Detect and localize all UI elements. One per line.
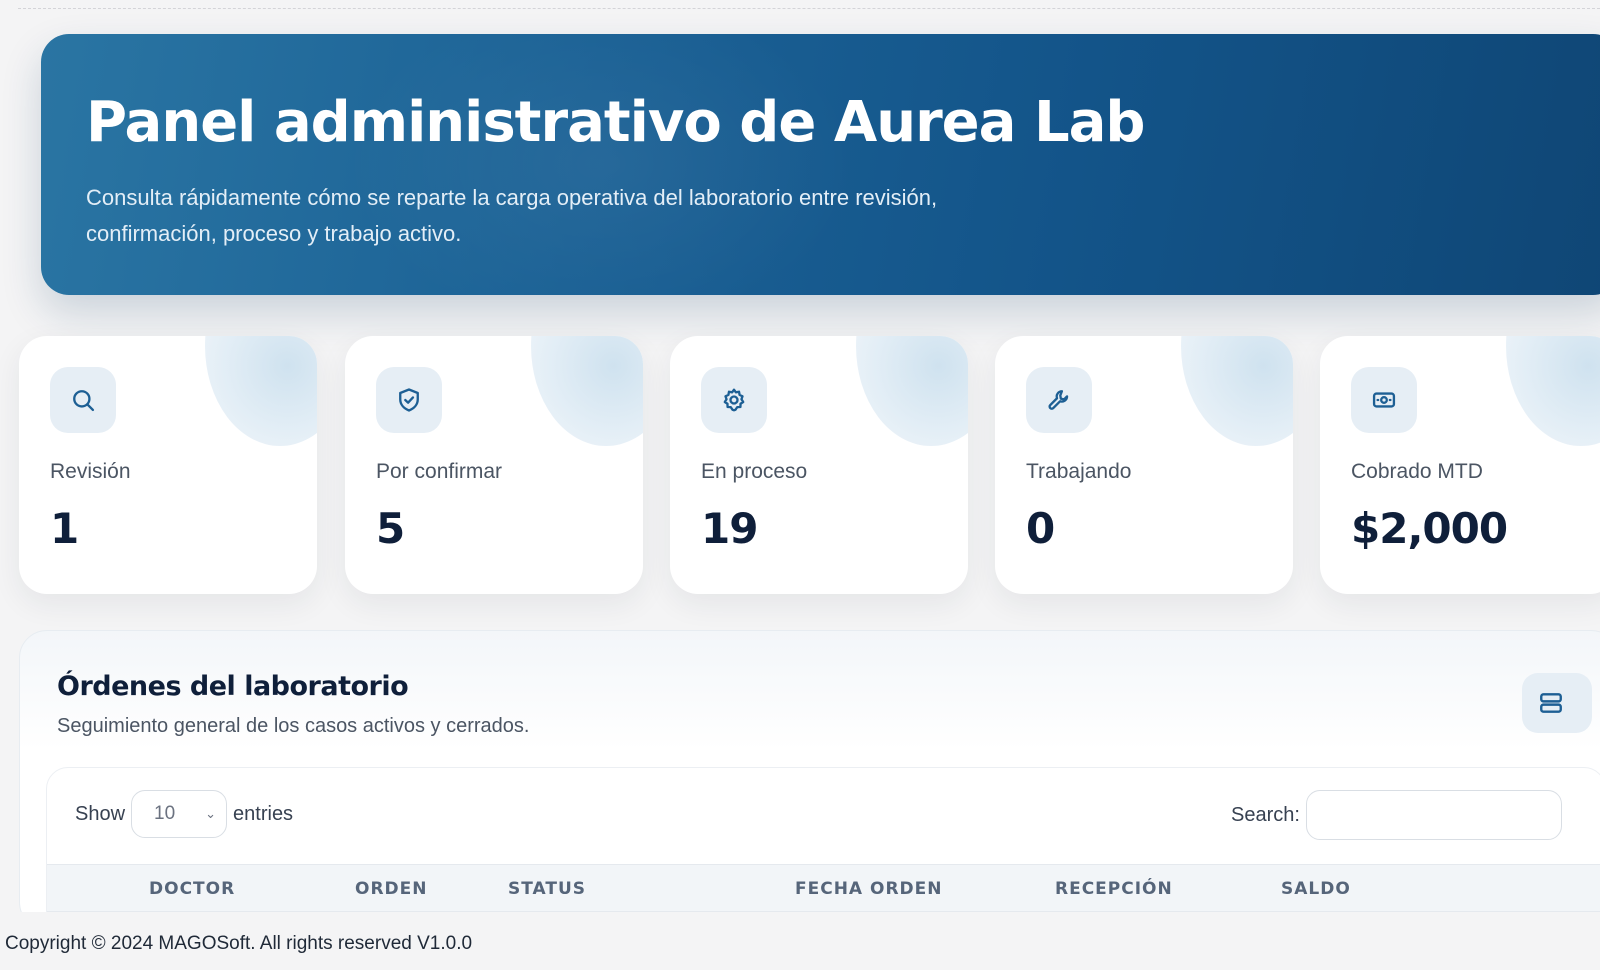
entries-value: 10 bbox=[154, 803, 176, 824]
stat-card-trabajando: Trabajando 0 bbox=[995, 336, 1293, 594]
page-title: Panel administrativo de Aurea Lab bbox=[86, 90, 1146, 155]
shield-check-icon bbox=[376, 367, 442, 433]
stat-card-en-proceso: En proceso 19 bbox=[670, 336, 968, 594]
column-header-doctor[interactable]: DOCTOR bbox=[149, 879, 235, 899]
column-header-saldo[interactable]: SALDO bbox=[1281, 879, 1351, 899]
copyright-text: Copyright © 2024 MAGOSoft. All rights re… bbox=[5, 933, 473, 954]
top-divider bbox=[18, 8, 1600, 9]
column-header-recepcion[interactable]: RECEPCIÓN bbox=[1055, 879, 1173, 899]
search-control: Search: bbox=[1231, 790, 1562, 840]
orders-panel: Órdenes del laboratorio Seguimiento gene… bbox=[19, 630, 1600, 937]
column-header-orden[interactable]: ORDEN bbox=[355, 879, 428, 899]
stat-value: 0 bbox=[1026, 504, 1055, 553]
stat-card-revision: Revisión 1 bbox=[19, 336, 317, 594]
stat-label: En proceso bbox=[701, 460, 808, 483]
search-icon bbox=[50, 367, 116, 433]
stat-label: Cobrado MTD bbox=[1351, 460, 1483, 483]
chevron-down-icon: ⌄ bbox=[205, 806, 217, 821]
search-label: Search: bbox=[1231, 803, 1300, 826]
hero-banner: Panel administrativo de Aurea Lab Consul… bbox=[41, 34, 1600, 295]
wrench-icon bbox=[1026, 367, 1092, 433]
stat-label: Revisión bbox=[50, 460, 131, 483]
stat-value: 1 bbox=[50, 504, 79, 553]
stat-card-por-confirmar: Por confirmar 5 bbox=[345, 336, 643, 594]
stat-card-cobrado-mtd: Cobrado MTD $2,000 bbox=[1320, 336, 1600, 594]
column-header-status[interactable]: STATUS bbox=[508, 879, 586, 899]
table-header: DOCTOR ORDEN STATUS FECHA ORDEN RECEPCIÓ… bbox=[47, 864, 1600, 912]
gear-icon bbox=[701, 367, 767, 433]
orders-title: Órdenes del laboratorio bbox=[57, 671, 409, 702]
stat-label: Trabajando bbox=[1026, 460, 1132, 483]
stat-label: Por confirmar bbox=[376, 460, 503, 483]
entries-control: Show 10 ⌄ entries bbox=[75, 790, 293, 838]
page-subtitle: Consulta rápidamente cómo se reparte la … bbox=[86, 185, 938, 246]
layout-toggle-button[interactable] bbox=[1522, 673, 1592, 733]
layout-rows-icon bbox=[1540, 693, 1562, 713]
entries-select[interactable]: 10 ⌄ bbox=[131, 790, 228, 838]
stat-value: 5 bbox=[376, 504, 405, 553]
search-input[interactable] bbox=[1305, 790, 1562, 840]
stat-value: $2,000 bbox=[1351, 504, 1508, 553]
footer: Copyright © 2024 MAGOSoft. All rights re… bbox=[0, 912, 1600, 970]
column-header-fecha-orden[interactable]: FECHA ORDEN bbox=[795, 879, 943, 899]
money-icon bbox=[1351, 367, 1417, 433]
entries-label: entries bbox=[233, 802, 294, 825]
stat-value: 19 bbox=[701, 504, 758, 553]
orders-subtitle: Seguimiento general de los casos activos… bbox=[57, 715, 530, 737]
show-label: Show bbox=[75, 802, 126, 825]
